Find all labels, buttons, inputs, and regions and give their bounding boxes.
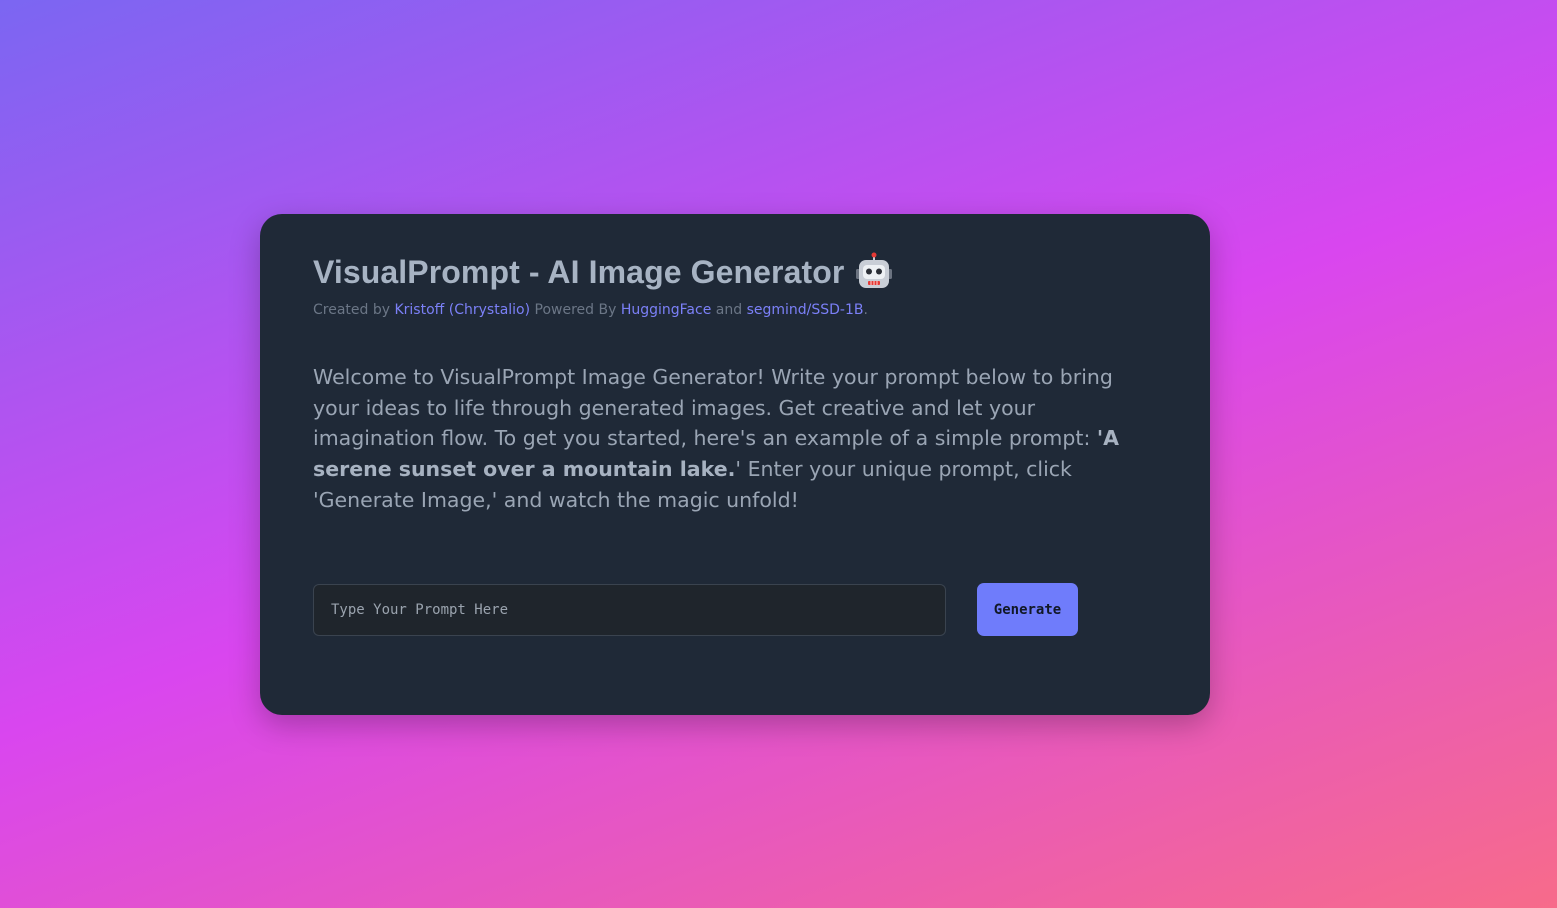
prompt-input[interactable] <box>313 583 946 636</box>
credits-period: . <box>863 302 868 318</box>
huggingface-link[interactable]: HuggingFace <box>621 302 711 318</box>
credits-line: Created by Kristoff (Chrystalio) Powered… <box>313 302 1158 318</box>
welcome-text: Welcome to VisualPrompt Image Generator!… <box>313 362 1158 516</box>
page-title: VisualPrompt - AI Image Generator <box>313 253 845 290</box>
generate-button[interactable]: Generate <box>977 583 1078 636</box>
credits-created-by: Created by <box>313 302 395 318</box>
page-background: { "header": { "title": "VisualPrompt - A… <box>0 0 1557 908</box>
robot-icon <box>854 252 894 292</box>
generator-card: VisualPrompt - AI Image Generator Create… <box>260 214 1210 715</box>
prompt-form: Generate <box>313 583 1078 636</box>
author-link[interactable]: Kristoff (Chrystalio) <box>394 302 530 318</box>
title-row: VisualPrompt - AI Image Generator <box>313 250 1158 294</box>
credits-powered-by: Powered By <box>530 302 621 318</box>
credits-and: and <box>711 302 747 318</box>
welcome-intro: Welcome to VisualPrompt Image Generator!… <box>313 365 1113 451</box>
model-link[interactable]: segmind/SSD-1B <box>747 302 864 318</box>
